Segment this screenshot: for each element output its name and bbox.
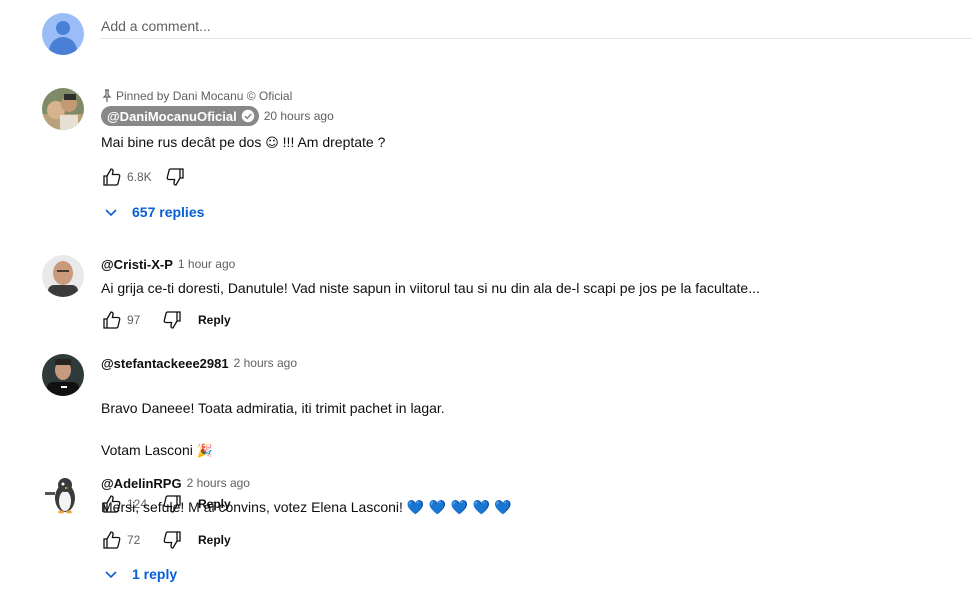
pinned-text: Pinned by Dani Mocanu © Oficial xyxy=(116,89,293,103)
author-name[interactable]: @stefantackeee2981 xyxy=(101,356,229,371)
comment-time[interactable]: 2 hours ago xyxy=(234,356,297,370)
reply-button[interactable]: Reply xyxy=(198,313,231,327)
comment-actions: 72 Reply xyxy=(101,528,941,552)
comment-time[interactable]: 20 hours ago xyxy=(264,109,334,123)
smile-emoji: ☺ xyxy=(265,136,279,151)
comment-text: Mai bine rus decât pe dos ☺ !!! Am drept… xyxy=(101,134,386,151)
pinned-label: Pinned by Dani Mocanu © Oficial xyxy=(101,88,941,104)
like-count: 72 xyxy=(127,533,141,547)
reply-button[interactable]: Reply xyxy=(198,533,231,547)
add-comment-row xyxy=(42,13,972,55)
comment-actions: 97 Reply xyxy=(101,308,941,332)
thumbs-down-icon[interactable] xyxy=(164,166,186,188)
comment-text: Mersi, sefule! M ai convins, votez Elena… xyxy=(101,499,512,516)
avatar[interactable] xyxy=(42,354,84,396)
comment-time[interactable]: 2 hours ago xyxy=(187,476,250,490)
party-popper-emoji: 🎉 xyxy=(196,444,213,459)
chevron-down-icon xyxy=(105,571,117,579)
verified-check-icon xyxy=(241,109,254,123)
add-comment-input[interactable] xyxy=(100,13,972,39)
comment-text: Ai grija ce-ti doresti, Danutule! Vad ni… xyxy=(101,280,760,296)
like-count: 6.8K xyxy=(127,170,152,184)
pin-icon xyxy=(102,89,112,102)
blue-heart-emojis: 💙 💙 💙 💙 💙 xyxy=(406,500,512,516)
avatar[interactable] xyxy=(42,474,84,516)
like-count: 97 xyxy=(127,313,141,327)
comment-actions: 6.8K xyxy=(101,165,941,189)
comments-section: Pinned by Dani Mocanu © Oficial @DaniMoc… xyxy=(0,0,972,599)
avatar[interactable] xyxy=(42,255,84,297)
author-name[interactable]: @AdelinRPG xyxy=(101,476,182,491)
current-user-avatar xyxy=(42,13,84,55)
avatar[interactable] xyxy=(42,88,84,130)
thumbs-down-icon[interactable] xyxy=(161,309,183,331)
thumbs-down-icon[interactable] xyxy=(161,529,183,551)
comment-time[interactable]: 1 hour ago xyxy=(178,257,235,271)
author-name[interactable]: @Cristi-X-P xyxy=(101,257,173,272)
chevron-down-icon xyxy=(105,209,117,217)
author-name[interactable]: @DaniMocanuOficial xyxy=(101,106,259,126)
thumbs-up-icon[interactable] xyxy=(101,529,123,551)
thumbs-up-icon[interactable] xyxy=(101,309,123,331)
comment-text: Bravo Daneee! Toata admiratia, iti trimi… xyxy=(101,400,445,459)
thumbs-up-icon[interactable] xyxy=(101,166,123,188)
view-replies-button[interactable]: 657 replies xyxy=(104,200,941,224)
view-replies-button[interactable]: 1 reply xyxy=(104,562,941,586)
